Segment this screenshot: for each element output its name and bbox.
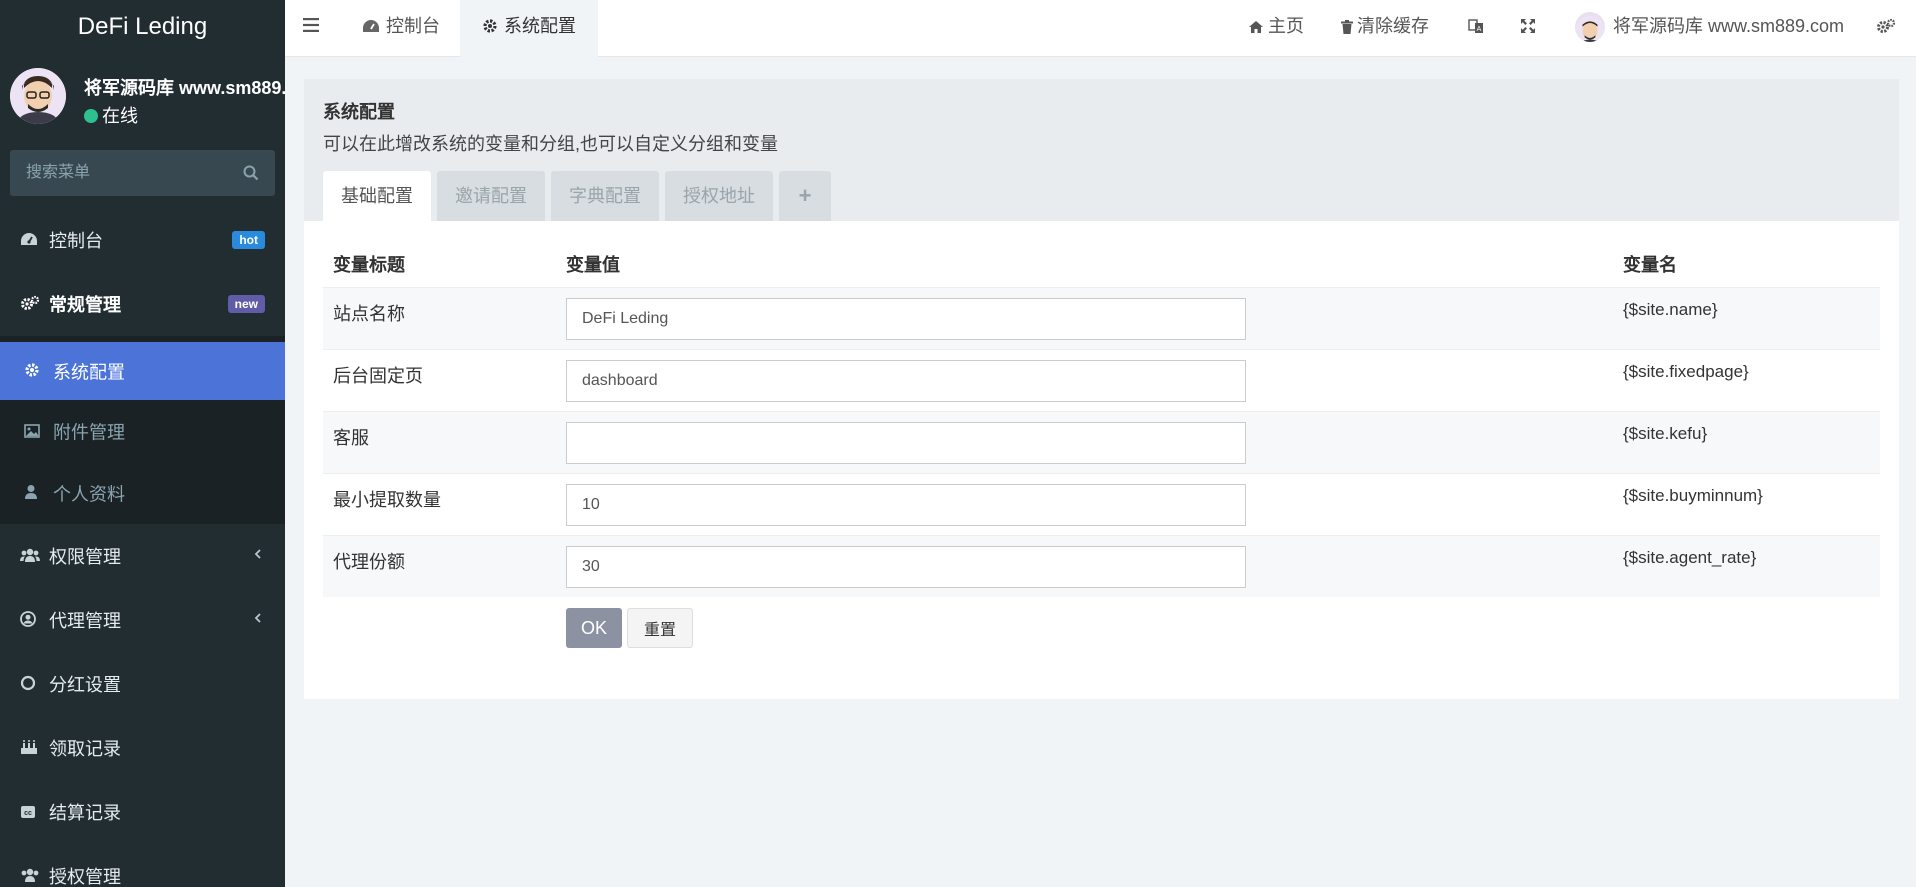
dashboard-icon bbox=[363, 20, 379, 32]
tab-dashboard[interactable]: 控制台 bbox=[340, 0, 462, 57]
row-title: 代理份额 bbox=[323, 534, 556, 597]
min-withdraw-input[interactable] bbox=[566, 483, 1246, 526]
user-name: 将军源码库 www.sm889.com bbox=[84, 78, 285, 98]
online-dot-icon bbox=[84, 109, 98, 123]
panel-header: 系统配置 可以在此增改系统的变量和分组,也可以自定义分组和变量 基础配置 邀请配… bbox=[304, 79, 1899, 221]
variable-name: {$site.fixedpage} bbox=[1613, 348, 1880, 411]
table-row: 后台固定页 {$site.fixedpage} bbox=[323, 348, 1880, 411]
sidebar: DeFi Leding 将军源码库 www.sm889.com 在线 控制台 bbox=[0, 0, 285, 887]
sidebar-menu: 控制台 hot 常规管理 new 系统配置 附件管理 个人资料 权限管理 代理管… bbox=[0, 208, 285, 887]
cogs-icon bbox=[20, 273, 42, 337]
add-tab-button[interactable]: + bbox=[779, 171, 831, 221]
dashboard-icon bbox=[20, 209, 42, 273]
sidebar-item-system-config[interactable]: 系统配置 bbox=[0, 342, 285, 400]
avatar bbox=[10, 68, 66, 124]
panel-body: 变量标题 变量值 变量名 站点名称 {$site.name} 后台固定页 {$s… bbox=[304, 221, 1899, 699]
users-icon bbox=[20, 525, 42, 589]
variable-name: {$site.name} bbox=[1613, 286, 1880, 349]
chevron-left-icon bbox=[253, 588, 263, 652]
home-link[interactable]: 主页 bbox=[1248, 0, 1304, 52]
table-row: 代理份额 {$site.agent_rate} bbox=[323, 534, 1880, 597]
user-status: 在线 bbox=[84, 102, 138, 128]
tab-system-config[interactable]: 系统配置 bbox=[460, 0, 598, 57]
tab-basic-config[interactable]: 基础配置 bbox=[323, 171, 431, 221]
home-icon bbox=[1249, 21, 1263, 33]
cake-icon bbox=[20, 717, 42, 781]
topbar: 控制台 系统配置 主页 清除缓存 A 将军源码库 www.sm889.com bbox=[285, 0, 1916, 57]
search-icon[interactable] bbox=[243, 165, 259, 186]
general-submenu: 系统配置 附件管理 个人资料 bbox=[0, 342, 285, 524]
sidebar-item-dashboard[interactable]: 控制台 hot bbox=[0, 208, 285, 272]
ok-button[interactable]: OK bbox=[566, 608, 622, 648]
sidebar-search bbox=[10, 150, 275, 196]
row-title: 客服 bbox=[323, 410, 556, 473]
sidebar-item-general[interactable]: 常规管理 new bbox=[0, 272, 285, 336]
tab-invite-config[interactable]: 邀请配置 bbox=[437, 171, 545, 221]
user-icon bbox=[24, 463, 48, 525]
row-title: 站点名称 bbox=[323, 286, 556, 349]
sidebar-item-authorization[interactable]: 授权管理 bbox=[0, 844, 285, 887]
tab-dictionary-config[interactable]: 字典配置 bbox=[551, 171, 659, 221]
settings-icon[interactable] bbox=[1876, 0, 1900, 52]
variable-name: {$site.agent_rate} bbox=[1613, 534, 1880, 597]
user-circle-icon bbox=[20, 589, 42, 653]
user-menu[interactable]: 将军源码库 www.sm889.com bbox=[1575, 0, 1844, 52]
variable-name: {$site.kefu} bbox=[1613, 410, 1880, 473]
avatar bbox=[1575, 12, 1605, 43]
circle-icon bbox=[20, 653, 42, 717]
table-row: 站点名称 {$site.name} bbox=[323, 286, 1880, 349]
svg-text:A: A bbox=[1477, 26, 1482, 33]
row-title: 后台固定页 bbox=[323, 348, 556, 411]
customer-service-input[interactable] bbox=[566, 421, 1246, 464]
main-content: 系统配置 可以在此增改系统的变量和分组,也可以自定义分组和变量 基础配置 邀请配… bbox=[304, 79, 1899, 699]
hot-badge: hot bbox=[232, 231, 265, 249]
gear-icon bbox=[483, 19, 497, 33]
sidebar-toggle-icon[interactable] bbox=[303, 18, 319, 37]
search-input[interactable] bbox=[10, 150, 275, 196]
page-title: 系统配置 bbox=[323, 102, 395, 122]
variable-name: {$site.buyminnum} bbox=[1613, 472, 1880, 535]
site-name-input[interactable] bbox=[566, 297, 1246, 340]
tab-auth-address[interactable]: 授权地址 bbox=[665, 171, 773, 221]
sidebar-item-dividend[interactable]: 分红设置 bbox=[0, 652, 285, 716]
page-description: 可以在此增改系统的变量和分组,也可以自定义分组和变量 bbox=[323, 134, 778, 154]
image-icon bbox=[24, 401, 48, 463]
users-icon bbox=[20, 845, 42, 887]
gear-icon bbox=[24, 343, 48, 401]
column-header-title: 变量标题 bbox=[333, 254, 405, 275]
fullscreen-icon[interactable] bbox=[1520, 0, 1540, 52]
table-row: 客服 {$site.kefu} bbox=[323, 410, 1880, 473]
column-header-value: 变量值 bbox=[566, 254, 620, 275]
chevron-left-icon bbox=[253, 524, 263, 588]
sidebar-item-claim-records[interactable]: 领取记录 bbox=[0, 716, 285, 780]
app-logo[interactable]: DeFi Leding bbox=[0, 0, 285, 54]
row-title: 最小提取数量 bbox=[323, 472, 556, 535]
sidebar-item-settlement-records[interactable]: cc 结算记录 bbox=[0, 780, 285, 844]
sidebar-item-agents[interactable]: 代理管理 bbox=[0, 588, 285, 652]
fixed-page-input[interactable] bbox=[566, 359, 1246, 402]
trash-icon bbox=[1341, 20, 1353, 34]
clear-cache-button[interactable]: 清除缓存 bbox=[1341, 0, 1429, 52]
sidebar-item-permissions[interactable]: 权限管理 bbox=[0, 524, 285, 588]
language-icon[interactable]: A bbox=[1468, 0, 1488, 52]
reset-button[interactable]: 重置 bbox=[627, 608, 693, 648]
new-badge: new bbox=[227, 295, 265, 313]
sidebar-item-attachments[interactable]: 附件管理 bbox=[0, 400, 285, 462]
svg-text:cc: cc bbox=[24, 810, 32, 817]
user-panel: 将军源码库 www.sm889.com 在线 bbox=[0, 54, 285, 140]
column-header-name: 变量名 bbox=[1623, 254, 1677, 275]
table-row: 最小提取数量 {$site.buyminnum} bbox=[323, 472, 1880, 535]
sidebar-item-profile[interactable]: 个人资料 bbox=[0, 462, 285, 524]
agent-rate-input[interactable] bbox=[566, 545, 1246, 588]
config-table: 变量标题 变量值 变量名 站点名称 {$site.name} 后台固定页 {$s… bbox=[323, 241, 1880, 597]
cc-icon: cc bbox=[20, 781, 42, 845]
